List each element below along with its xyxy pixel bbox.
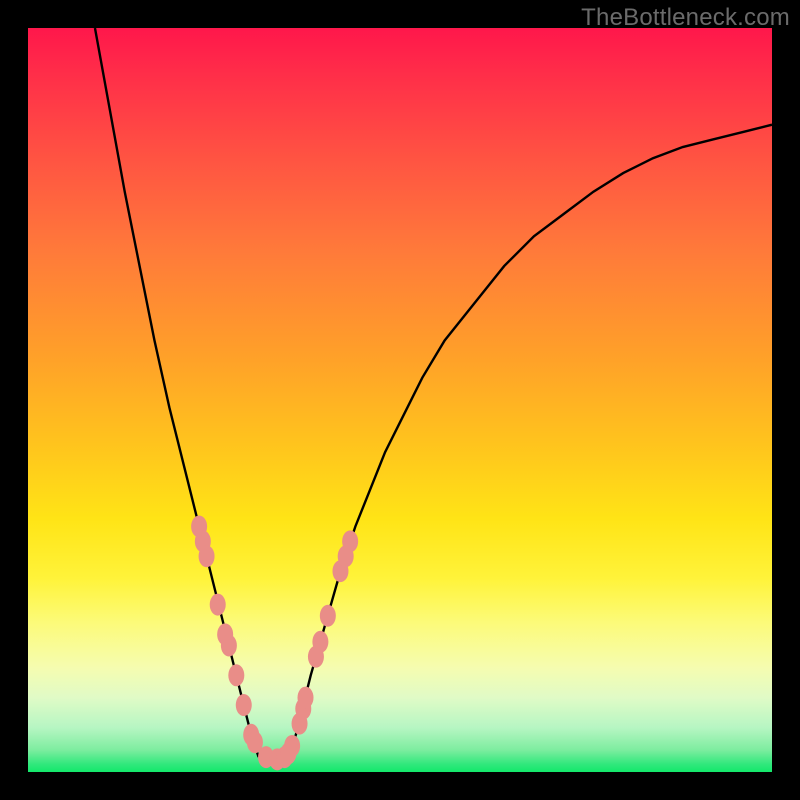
data-point [320, 605, 336, 627]
chart-svg [28, 28, 772, 772]
data-point [298, 687, 314, 709]
data-point [210, 594, 226, 616]
data-point [284, 735, 300, 757]
data-point [342, 530, 358, 552]
chart-plot-area [28, 28, 772, 772]
curve-right-branch [288, 125, 772, 757]
data-point [199, 545, 215, 567]
data-point [236, 694, 252, 716]
data-point [312, 631, 328, 653]
data-point [228, 664, 244, 686]
data-point-markers [191, 515, 358, 770]
data-point [221, 635, 237, 657]
